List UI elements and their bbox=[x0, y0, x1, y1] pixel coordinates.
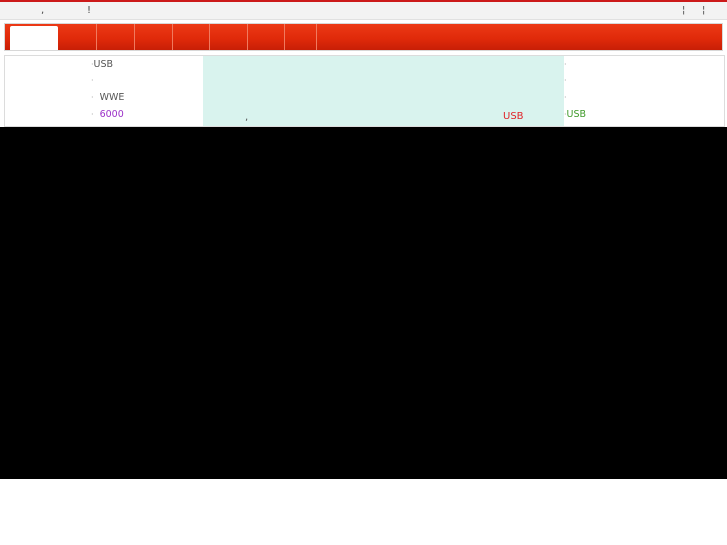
nav-tab[interactable] bbox=[58, 24, 97, 50]
list-item[interactable]: · bbox=[91, 75, 94, 87]
top-bar-separator: ¦ bbox=[702, 5, 706, 16]
list-item[interactable]: ·USB bbox=[91, 59, 113, 71]
nav-tab-home[interactable] bbox=[10, 26, 58, 50]
list-item-highlight[interactable]: · 6000 bbox=[91, 109, 124, 121]
nav-tab[interactable] bbox=[210, 24, 248, 50]
list-item[interactable]: · bbox=[564, 92, 567, 104]
top-bar-link[interactable]: , bbox=[41, 4, 44, 18]
feature-usb-link[interactable]: USB bbox=[503, 111, 524, 122]
top-bar-separator: ¦ bbox=[682, 5, 686, 16]
feature-text: , bbox=[245, 112, 249, 123]
list-item[interactable]: · bbox=[564, 59, 567, 71]
nav-tab[interactable] bbox=[248, 24, 285, 50]
list-item[interactable]: · bbox=[564, 75, 567, 87]
left-link-list: ·USB · · WWE · 6000 bbox=[5, 56, 203, 126]
nav-tab[interactable] bbox=[173, 24, 210, 50]
nav-tab[interactable] bbox=[285, 24, 317, 50]
feature-banner[interactable]: , USB bbox=[203, 56, 564, 126]
top-utility-bar: , ! ¦ ¦ bbox=[0, 0, 727, 20]
list-item[interactable]: · WWE bbox=[91, 92, 124, 104]
content-strip: ·USB · · WWE · 6000 , USB · · · ·USB bbox=[4, 55, 725, 127]
nav-tab[interactable] bbox=[97, 24, 135, 50]
nav-tab[interactable] bbox=[135, 24, 173, 50]
top-bar-link[interactable]: ! bbox=[87, 4, 91, 18]
main-navigation bbox=[4, 23, 723, 51]
media-panel bbox=[0, 127, 727, 479]
list-item-usb[interactable]: ·USB bbox=[564, 109, 586, 121]
right-link-list: · · · ·USB bbox=[564, 56, 724, 126]
